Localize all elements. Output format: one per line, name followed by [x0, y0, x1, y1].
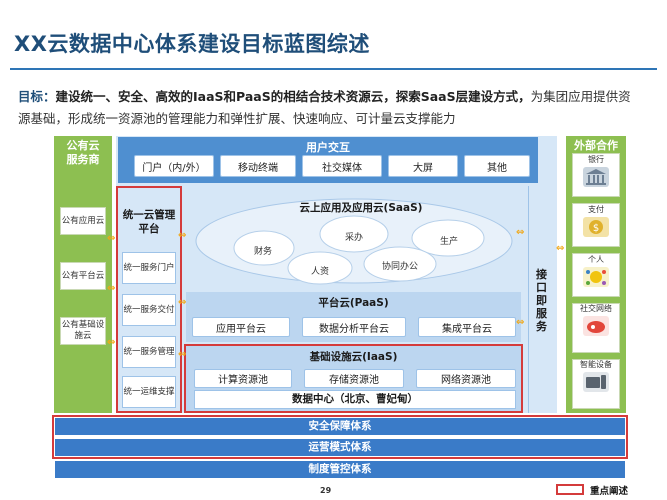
- public-infra-cloud-box: 公有基础设施云: [60, 317, 106, 345]
- partner-bank-box: 银行: [572, 153, 620, 197]
- double-arrow-icon: ⇔: [107, 283, 116, 294]
- double-arrow-icon: ⇔: [178, 297, 187, 308]
- ui-bigscreen-box: 大屏: [388, 155, 458, 177]
- saas-title: 云上应用及应用云(SaaS): [299, 202, 423, 214]
- saas-hr-label: 人资: [311, 267, 330, 277]
- iaas-storage-box: 存储资源池: [304, 369, 404, 388]
- public-platform-cloud-box: 公有平台云: [60, 262, 106, 290]
- ui-other-box: 其他: [464, 155, 530, 177]
- operation-model-band: 运营模式体系: [55, 439, 625, 456]
- goal-normal-text-2: 源基础，形成统一资源池的管理能力和弹性扩展、快速响应、可计量云支撑能力: [18, 111, 456, 126]
- title-divider: [10, 68, 657, 70]
- ui-mobile-box: 移动终端: [220, 155, 296, 177]
- unified-service-mgmt-box: 统一服务管理: [122, 336, 176, 368]
- public-app-cloud-box: 公有应用云: [60, 207, 106, 235]
- payment-icon: $: [583, 217, 609, 237]
- saas-finance-label: 财务: [254, 247, 273, 257]
- saas-collab-label: 协同办公: [382, 262, 419, 272]
- interface-char-3: 即: [536, 294, 547, 307]
- social-network-icon: [583, 316, 609, 336]
- public-cloud-heading: 公有云 服务商: [54, 139, 112, 167]
- datacenter-box: 数据中心（北京、曹妃甸）: [194, 390, 516, 409]
- partner-personal-label: 个人: [588, 255, 604, 264]
- external-partner-heading: 外部合作: [574, 139, 618, 152]
- iaas-network-box: 网络资源池: [416, 369, 516, 388]
- partner-smart-device-label: 智能设备: [580, 360, 612, 369]
- partner-social-label: 社交网络: [580, 304, 612, 313]
- unified-mgmt-title: 统一云管理平台: [122, 209, 176, 235]
- unified-service-delivery-box: 统一服务交付: [122, 294, 176, 326]
- double-arrow-icon: ⇔: [516, 227, 525, 238]
- ui-portal-box: 门户（内/外）: [134, 155, 214, 177]
- public-cloud-heading-line1: 公有云: [66, 139, 100, 152]
- iaas-compute-box: 计算资源池: [194, 369, 292, 388]
- paas-title: 平台云(PaaS): [318, 297, 389, 309]
- svg-text:$: $: [593, 223, 599, 234]
- bank-icon: [583, 167, 609, 187]
- iaas-title: 基础设施云(IaaS): [309, 351, 398, 363]
- governance-system-band: 制度管控体系: [55, 461, 625, 478]
- legend-swatch: [556, 484, 584, 495]
- goal-paragraph: 目标：建设统一、安全、高效的IaaS和PaaS的相结合技术资源云，探索SaaS层…: [18, 86, 658, 130]
- goal-label: 目标：: [18, 89, 56, 104]
- paas-integration-box: 集成平台云: [418, 317, 516, 337]
- paas-data-analytics-box: 数据分析平台云: [302, 317, 406, 337]
- goal-bold-text: 建设统一、安全、高效的IaaS和PaaS的相结合技术资源云，探索SaaS层建设方…: [55, 89, 531, 104]
- double-arrow-icon: ⇔: [516, 317, 525, 328]
- paas-app-platform-box: 应用平台云: [192, 317, 290, 337]
- interface-char-2: 口: [536, 281, 547, 294]
- saas-procurement-label: 采办: [345, 233, 364, 243]
- page-number: 29: [320, 486, 332, 495]
- double-arrow-icon: ⇔: [178, 349, 187, 360]
- partner-smart-device-box: 智能设备: [572, 359, 620, 409]
- double-arrow-icon: ⇔: [556, 243, 565, 254]
- unified-service-portal-box: 统一服务门户: [122, 252, 176, 284]
- partner-bank-label: 银行: [588, 155, 604, 164]
- ui-social-media-box: 社交媒体: [302, 155, 382, 177]
- personal-icon: [583, 267, 609, 287]
- interface-char-5: 务: [536, 320, 547, 333]
- partner-payment-label: 支付: [588, 205, 604, 214]
- double-arrow-icon: ⇔: [107, 233, 116, 244]
- interface-char-1: 接: [536, 268, 547, 281]
- double-arrow-icon: ⇔: [107, 337, 116, 348]
- legend-label: 重点阐述: [590, 486, 629, 497]
- saas-production-label: 生产: [440, 237, 459, 247]
- interface-service-label: 接 口 即 服 务: [528, 268, 555, 333]
- goal-normal-text-1: 为集团应用提供资: [530, 89, 631, 104]
- page-title: XX云数据中心体系建设目标蓝图综述: [14, 32, 370, 56]
- partner-social-box: 社交网络: [572, 303, 620, 353]
- user-interaction-title: 用户交互: [306, 141, 350, 154]
- public-cloud-heading-line2: 服务商: [66, 153, 100, 166]
- smart-device-icon: [583, 372, 609, 392]
- interface-char-4: 服: [536, 307, 547, 320]
- partner-payment-box: 支付 $: [572, 203, 620, 247]
- partner-personal-box: 个人: [572, 253, 620, 297]
- unified-ops-support-box: 统一运维支撑: [122, 376, 176, 408]
- security-system-band: 安全保障体系: [55, 418, 625, 435]
- double-arrow-icon: ⇔: [178, 230, 187, 241]
